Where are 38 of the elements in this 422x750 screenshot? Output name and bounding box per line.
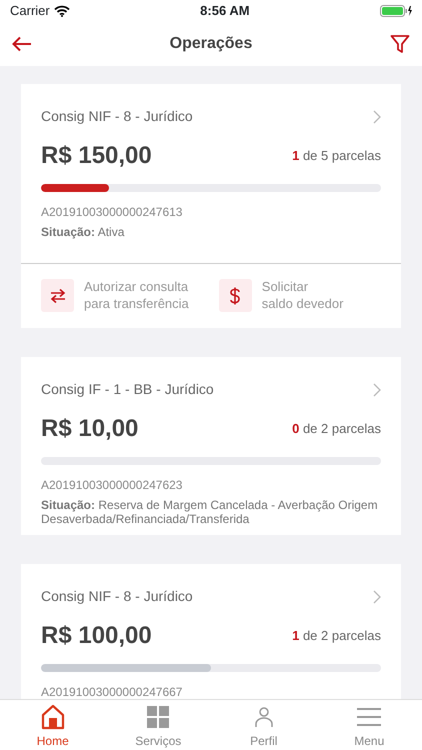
filter-button[interactable] xyxy=(390,32,410,56)
wifi-icon xyxy=(54,5,70,17)
operation-card[interactable]: Consig NIF - 8 - Jurídico R$ 150,00 1 de 5 parcelas A20191003000000247613 Situação: Ativa Autorizar consulta para transferência Solicitar saldo devedor xyxy=(21,84,401,328)
installments-text: 1 de 2 parcelas xyxy=(292,627,381,646)
operation-name: Consig NIF - 8 - Jurídico xyxy=(41,107,193,126)
tab-item[interactable]: Serviços xyxy=(106,700,211,750)
amount-text: R$ 150,00 xyxy=(41,141,152,171)
situation-text: Situação: Ativa xyxy=(41,225,126,240)
contract-code: A20191003000000247667 xyxy=(41,684,184,699)
swap-arrows-icon xyxy=(50,288,66,304)
amount-text: R$ 100,00 xyxy=(41,621,152,652)
carrier-text: Carrier xyxy=(10,2,50,20)
page-title: Operações xyxy=(170,34,252,54)
contract-code: A20191003000000247613 xyxy=(41,204,184,221)
chevron-right-icon xyxy=(373,110,381,124)
operation-name: Consig IF - 1 - BB - Jurídico xyxy=(41,380,214,400)
tab-item[interactable]: Perfil xyxy=(211,700,316,750)
operation-card[interactable]: Consig IF - 1 - BB - Jurídico R$ 10,00 0 de 2 parcelas A20191003000000247623 Situação: Reserva de Margem Cancelada - Averbação Origem Desaverbada/Refinanciada/Transferida xyxy=(21,357,401,536)
tab-item[interactable]: Home xyxy=(0,700,106,750)
tab-item[interactable]: Menu xyxy=(316,700,422,750)
action-button[interactable]: Solicitar saldo devedor xyxy=(218,279,344,312)
home-icon xyxy=(40,704,66,730)
filter-icon xyxy=(390,34,410,54)
operation-card[interactable]: Consig NIF - 8 - Jurídico R$ 100,00 1 de 2 parcelas A20191003000000247667 xyxy=(21,564,401,699)
dollar-icon xyxy=(229,286,242,305)
operation-name: Consig NIF - 8 - Jurídico xyxy=(41,587,193,606)
back-arrow-icon xyxy=(12,36,32,52)
chevron-right-icon xyxy=(373,382,381,397)
installments-text: 0 de 2 parcelas xyxy=(292,420,381,438)
status-time: 8:56 AM xyxy=(200,2,250,20)
situation-text: Situação: Reserva de Margem Cancelada - Averbação Origem Desaverbada/Refinanciada/Transferida xyxy=(41,498,379,526)
contract-code: A20191003000000247623 xyxy=(41,477,184,494)
chevron-right-icon xyxy=(373,590,381,604)
grid-icon xyxy=(145,704,172,730)
battery-icon xyxy=(380,5,412,17)
action-button[interactable]: Autorizar consulta para transferência xyxy=(41,279,189,312)
amount-text: R$ 10,00 xyxy=(41,414,138,444)
installments-text: 1 de 5 parcelas xyxy=(292,147,381,166)
